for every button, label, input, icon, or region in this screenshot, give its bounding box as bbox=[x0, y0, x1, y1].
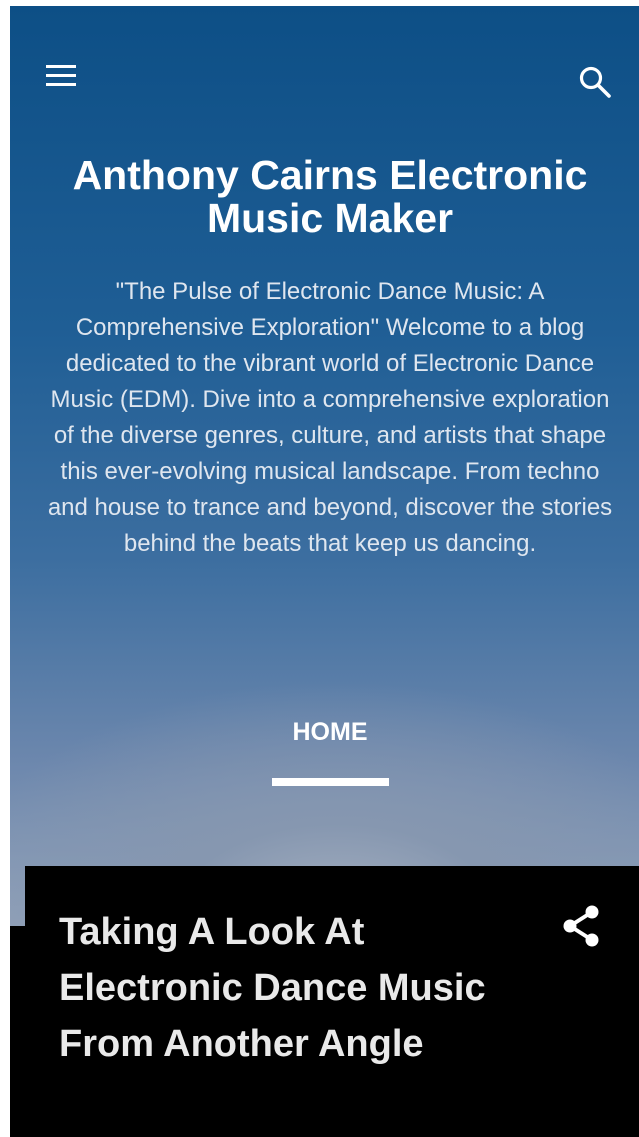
page-frame: Anthony Cairns Electronic Music Maker "T… bbox=[10, 6, 639, 1137]
nav-item-home[interactable]: HOME bbox=[239, 718, 421, 747]
blog-header: Anthony Cairns Electronic Music Maker "T… bbox=[10, 6, 639, 926]
nav-active-indicator bbox=[272, 778, 389, 786]
share-icon[interactable] bbox=[561, 904, 601, 948]
search-icon[interactable] bbox=[577, 64, 613, 100]
blog-title[interactable]: Anthony Cairns Electronic Music Maker bbox=[30, 154, 630, 240]
post-title[interactable]: Taking A Look At Electronic Dance Music … bbox=[59, 904, 519, 1072]
post-card: Taking A Look At Electronic Dance Music … bbox=[25, 866, 639, 1137]
blog-description: "The Pulse of Electronic Dance Music: A … bbox=[47, 278, 613, 557]
hamburger-menu-icon[interactable] bbox=[46, 64, 76, 88]
